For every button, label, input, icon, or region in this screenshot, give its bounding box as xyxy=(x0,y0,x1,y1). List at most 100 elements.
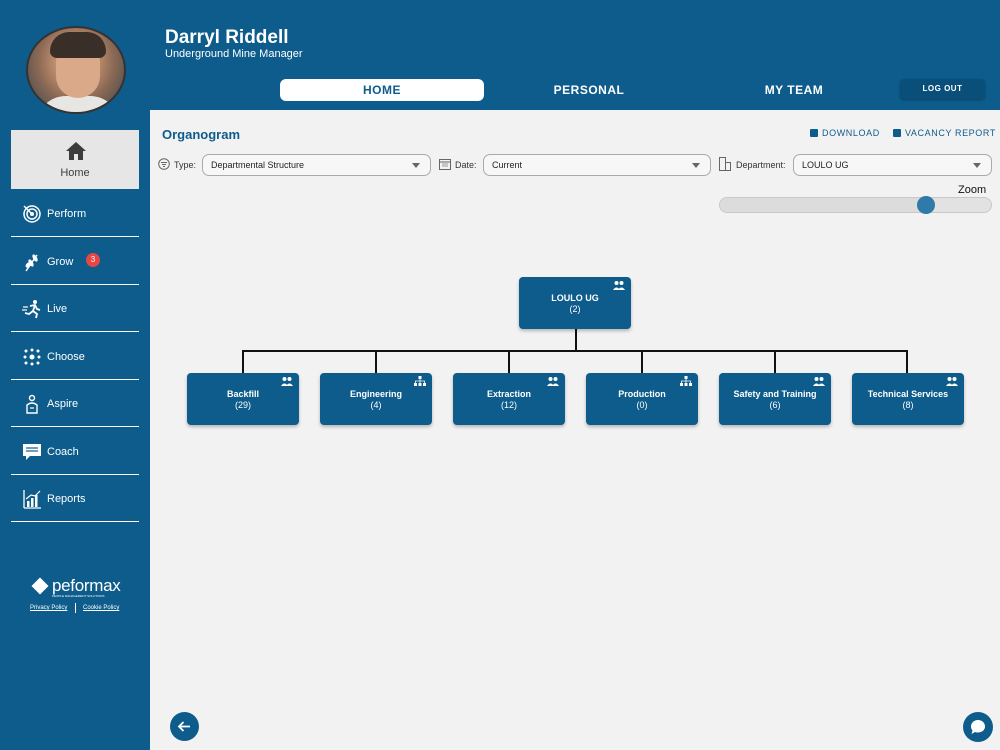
brand-name: peformax xyxy=(52,576,121,595)
org-node-production[interactable]: Production (0) xyxy=(586,373,698,425)
sidebar-item-label: Aspire xyxy=(47,398,79,410)
hierarchy-icon xyxy=(680,376,692,386)
connector-line xyxy=(906,350,908,373)
sidebar-item-home[interactable]: Home xyxy=(11,130,139,189)
department-select[interactable]: LOULO UG xyxy=(793,154,992,176)
sidebar: Home Perform Grow 3 Live Choose Aspire C… xyxy=(0,0,150,750)
sidebar-item-label: Reports xyxy=(47,493,86,505)
date-select[interactable]: Current xyxy=(483,154,711,176)
org-node-extraction[interactable]: Extraction (12) xyxy=(453,373,565,425)
department-label: Department: xyxy=(736,160,786,170)
dots-grid-icon xyxy=(23,348,41,366)
sidebar-item-live[interactable]: Live xyxy=(11,285,139,332)
chevron-down-icon xyxy=(692,163,700,168)
org-node-count: (2) xyxy=(569,304,581,314)
filter-icon xyxy=(158,158,170,170)
org-node-engineering[interactable]: Engineering (4) xyxy=(320,373,432,425)
org-node-technical-services[interactable]: Technical Services (8) xyxy=(852,373,964,425)
org-node-name: Engineering xyxy=(349,389,402,399)
tab-personal[interactable]: PERSONAL xyxy=(487,79,691,101)
people-icon xyxy=(946,377,958,386)
sidebar-item-coach[interactable]: Coach xyxy=(11,428,139,475)
arrow-left-icon xyxy=(177,721,190,732)
page-title: Organogram xyxy=(162,127,241,142)
user-title: Underground Mine Manager xyxy=(165,48,303,60)
building-icon xyxy=(719,157,731,171)
calendar-icon xyxy=(439,159,451,170)
connector-line xyxy=(641,350,643,373)
people-icon xyxy=(613,281,625,290)
sidebar-item-grow[interactable]: Grow 3 xyxy=(11,238,139,285)
home-icon xyxy=(66,142,86,160)
sidebar-item-label: Grow xyxy=(47,256,74,268)
privacy-policy-link[interactable]: Privacy Policy xyxy=(30,605,67,611)
briefcase-icon xyxy=(893,129,901,137)
sidebar-item-label: Home xyxy=(60,167,90,179)
org-node-count: (0) xyxy=(636,400,648,410)
sidebar-item-label: Choose xyxy=(47,351,85,363)
avatar[interactable] xyxy=(26,26,126,114)
org-node-name: Production xyxy=(618,389,666,399)
target-icon xyxy=(23,205,41,223)
back-button[interactable] xyxy=(170,712,199,741)
org-node-safety-and-training[interactable]: Safety and Training (6) xyxy=(719,373,831,425)
people-icon xyxy=(547,377,559,386)
person-ladder-icon xyxy=(26,394,38,414)
org-node-root[interactable]: LOULO UG (2) xyxy=(519,277,631,329)
sidebar-item-aspire[interactable]: Aspire xyxy=(11,380,139,427)
sidebar-item-label: Coach xyxy=(47,446,79,458)
save-icon xyxy=(810,129,818,137)
type-select-value: Departmental Structure xyxy=(211,160,305,170)
chevron-down-icon xyxy=(412,163,420,168)
sidebar-item-reports[interactable]: Reports xyxy=(11,475,139,522)
connector-line xyxy=(242,350,908,352)
notification-badge: 3 xyxy=(86,253,100,267)
department-select-value: LOULO UG xyxy=(802,160,849,170)
sidebar-item-choose[interactable]: Choose xyxy=(11,333,139,380)
type-select[interactable]: Departmental Structure xyxy=(202,154,431,176)
connector-line xyxy=(774,350,776,373)
speech-bubble-icon xyxy=(23,444,41,460)
sidebar-item-label: Live xyxy=(47,303,68,315)
vacancy-report-button[interactable]: VACANCY REPORT xyxy=(893,128,996,138)
runner-icon xyxy=(22,300,41,319)
sidebar-item-perform[interactable]: Perform xyxy=(11,190,139,237)
org-node-count: (4) xyxy=(370,400,382,410)
tab-my-team[interactable]: MY TEAM xyxy=(692,79,896,101)
hierarchy-icon xyxy=(414,376,426,386)
wheat-icon xyxy=(25,254,38,272)
date-select-value: Current xyxy=(492,160,523,170)
avatar-hair xyxy=(50,32,106,58)
org-node-name: LOULO UG xyxy=(551,293,599,303)
logo-mark xyxy=(31,577,49,595)
org-node-count: (6) xyxy=(769,400,781,410)
people-icon xyxy=(281,377,293,386)
download-button[interactable]: DOWNLOAD xyxy=(810,128,880,138)
chat-button[interactable] xyxy=(963,712,993,742)
policy-divider xyxy=(75,603,76,613)
zoom-label: Zoom xyxy=(958,184,987,196)
org-node-count: (8) xyxy=(902,400,914,410)
vacancy-report-label: VACANCY REPORT xyxy=(905,128,996,138)
type-label: Type: xyxy=(174,160,197,170)
org-node-count: (12) xyxy=(500,400,517,410)
download-label: DOWNLOAD xyxy=(822,128,880,138)
zoom-slider-thumb[interactable] xyxy=(917,196,935,214)
org-node-name: Technical Services xyxy=(867,389,949,399)
date-label: Date: xyxy=(455,160,477,170)
connector-line xyxy=(242,350,244,373)
tab-home[interactable]: HOME xyxy=(280,79,484,101)
logout-button[interactable]: LOG OUT xyxy=(900,79,985,99)
org-node-count: (29) xyxy=(234,400,251,410)
zoom-slider[interactable] xyxy=(719,196,992,214)
org-node-backfill[interactable]: Backfill (29) xyxy=(187,373,299,425)
peformax-logo: peformax PEOPLE MANAGEMENT SOLUTIONS xyxy=(30,576,130,598)
zoom-slider-fill xyxy=(720,198,926,212)
avatar-shirt xyxy=(36,96,120,112)
org-node-name: Extraction xyxy=(486,389,531,399)
cookie-policy-link[interactable]: Cookie Policy xyxy=(83,605,119,611)
bar-chart-icon xyxy=(23,490,41,509)
org-node-name: Backfill xyxy=(226,389,259,399)
brand-tagline: PEOPLE MANAGEMENT SOLUTIONS xyxy=(52,594,105,598)
connector-line xyxy=(508,350,510,373)
